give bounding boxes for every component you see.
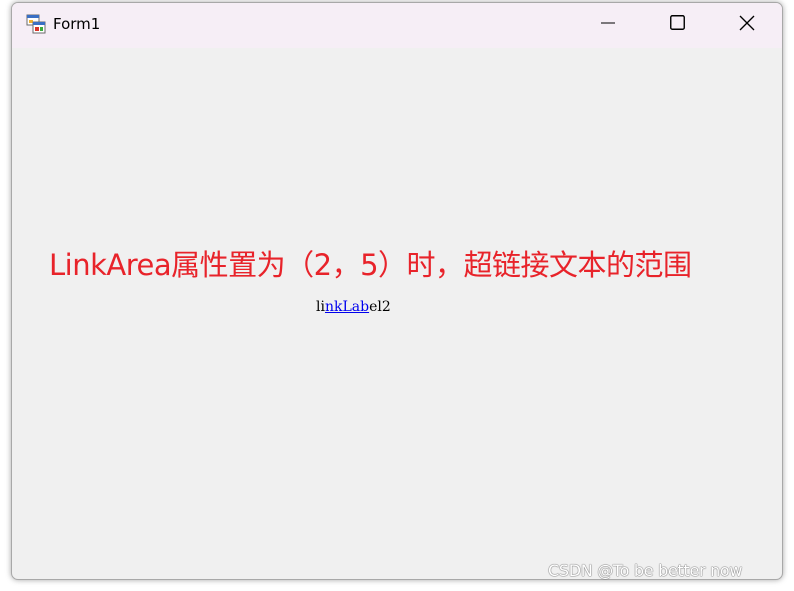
caption-label: LinkArea属性置为（2，5）时，超链接文本的范围 — [49, 248, 692, 282]
linklabel-prefix-text: li — [316, 299, 325, 315]
form-client-area: LinkArea属性置为（2，5）时，超链接文本的范围 linkLabel2 — [12, 48, 782, 579]
close-icon — [739, 15, 755, 35]
close-button[interactable] — [724, 3, 770, 46]
minimize-button[interactable] — [585, 3, 631, 46]
linklabel2: linkLabel2 — [316, 298, 391, 316]
csdn-watermark: CSDN @To be better now — [548, 561, 743, 580]
window-title: Form1 — [53, 15, 101, 33]
linklabel-suffix-text: el2 — [369, 299, 391, 315]
app-icon[interactable] — [26, 14, 46, 34]
maximize-button[interactable] — [654, 3, 700, 46]
linklabel-link-area[interactable]: nkLab — [325, 299, 369, 315]
form1-window: Form1 LinkArea属性置为（2，5）时，超链接文本的范围 linkLa… — [11, 2, 783, 580]
minimize-icon — [601, 15, 615, 34]
maximize-icon — [669, 15, 685, 34]
title-bar[interactable]: Form1 — [12, 3, 782, 48]
